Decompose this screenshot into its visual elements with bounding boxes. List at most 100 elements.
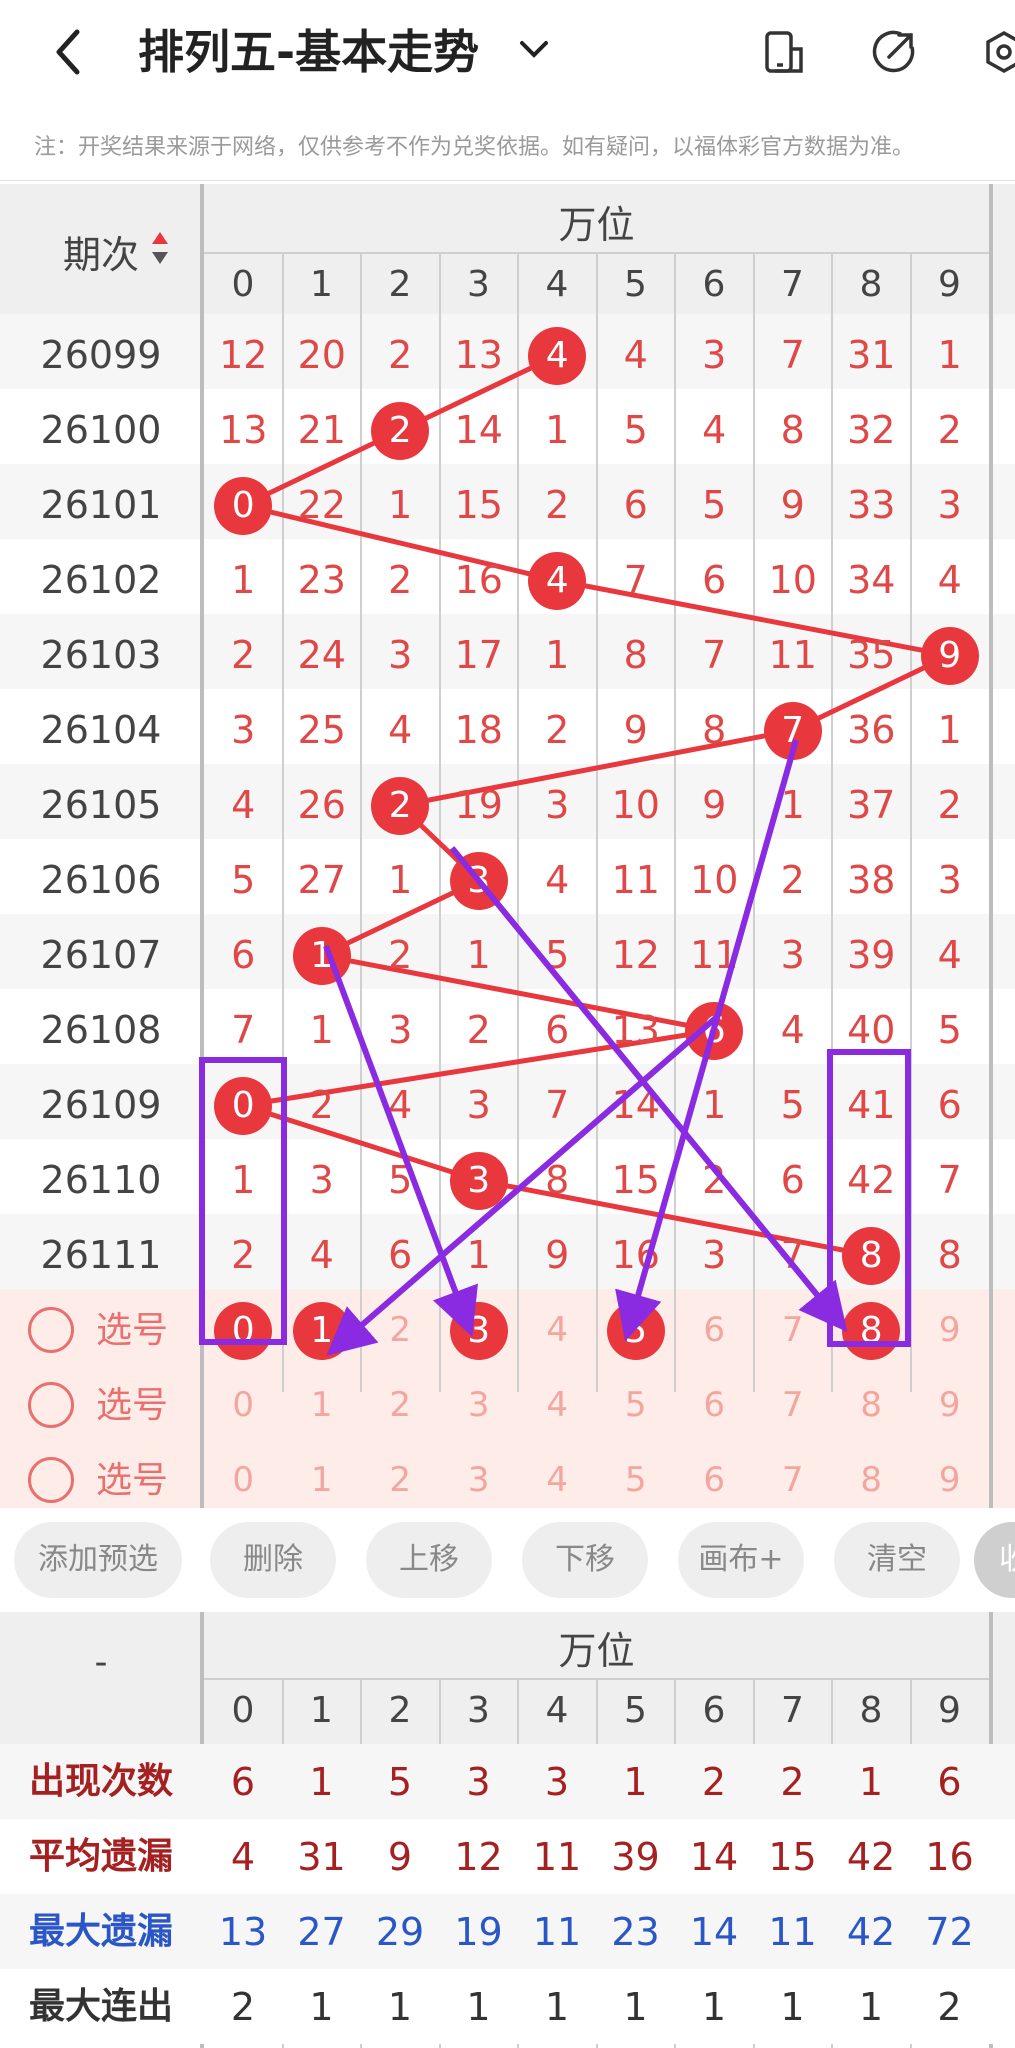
trend-cell: 1 (937, 333, 962, 377)
toolbar-button[interactable]: 删除 (210, 1522, 336, 1598)
pick-digit[interactable]: 6 (675, 1297, 754, 1364)
period-cell: 26100 (40, 408, 162, 452)
period-cell: 26102 (40, 558, 162, 602)
toolbar-button[interactable]: 画布+ (678, 1522, 804, 1598)
trend-cell: 3 (309, 1158, 334, 1202)
pick-digit[interactable]: 8 (832, 1447, 911, 1508)
pick-digit[interactable]: 0 (204, 1447, 283, 1508)
pick-digit[interactable]: 3 (440, 1447, 519, 1508)
pick-digit[interactable]: 4 (518, 1447, 597, 1508)
trend-cell: 33 (847, 483, 896, 527)
pick-digit[interactable]: 7 (754, 1447, 833, 1508)
pick-digit[interactable]: 1 (283, 1447, 362, 1508)
trend-cell: 5 (780, 1083, 805, 1127)
pick-digit[interactable]: 5 (597, 1372, 676, 1439)
trend-cell: 10 (690, 858, 739, 902)
trend-cell: 1 (388, 483, 413, 527)
trend-cell: 26 (297, 783, 346, 827)
selected-ball[interactable]: 0 (214, 1301, 273, 1360)
pick-digit[interactable]: 9 (911, 1447, 990, 1508)
stats-cell: 42 (846, 1910, 896, 1954)
trend-cell: 32 (847, 408, 896, 452)
selected-ball[interactable]: 5 (606, 1301, 665, 1360)
stats-cell: 2 (780, 1760, 805, 1804)
trend-cell: 7 (702, 633, 727, 677)
phone-layout-button[interactable] (760, 28, 808, 76)
stats-cell: 5 (387, 1760, 413, 1804)
trend-cell: 1 (702, 1083, 727, 1127)
pick-digit[interactable]: 7 (754, 1297, 833, 1364)
select-label[interactable]: 选号 (96, 1372, 168, 1439)
trend-cell: 2 (545, 708, 570, 752)
select-radio[interactable] (28, 1382, 74, 1428)
title-dropdown-button[interactable] (516, 32, 552, 68)
digit-header: 6 (702, 264, 726, 305)
hit-ball: 0 (214, 1076, 273, 1135)
select-label[interactable]: 选号 (96, 1447, 168, 1508)
trend-cell: 3 (466, 1083, 491, 1127)
stats-digit-header: 8 (859, 1690, 883, 1731)
chevron-left-icon (56, 29, 80, 75)
selected-ball[interactable]: 8 (842, 1301, 901, 1360)
toolbar-button[interactable]: 下移 (522, 1522, 648, 1598)
stats-cell: 39 (611, 1835, 660, 1879)
trend-cell: 8 (780, 408, 805, 452)
stats-cell: 13 (218, 1910, 268, 1954)
pick-digit[interactable]: 8 (832, 1372, 911, 1439)
selected-ball[interactable]: 3 (449, 1301, 508, 1360)
trend-cell: 23 (297, 558, 346, 602)
back-button[interactable] (48, 24, 88, 80)
digit-header: 7 (781, 264, 804, 305)
trend-cell: 20 (297, 333, 346, 377)
pick-digit[interactable]: 9 (911, 1372, 990, 1439)
hit-ball: 6 (685, 1001, 744, 1060)
pick-digit[interactable]: 4 (518, 1372, 597, 1439)
pick-digit[interactable]: 1 (283, 1372, 362, 1439)
settings-button[interactable] (980, 28, 1015, 76)
digit-header: 4 (545, 264, 569, 305)
trend-cell: 31 (847, 333, 896, 377)
stats-corner: - (94, 1642, 108, 1683)
stats-cell: 1 (623, 1760, 648, 1804)
toolbar-button[interactable]: 清空 (834, 1522, 960, 1598)
pick-digit[interactable]: 2 (361, 1372, 440, 1439)
select-label[interactable]: 选号 (96, 1297, 168, 1364)
pick-digit[interactable]: 6 (675, 1372, 754, 1439)
trend-cell: 2 (231, 1233, 256, 1277)
pick-digit[interactable]: 0 (204, 1372, 283, 1439)
trend-cell: 7 (231, 1008, 256, 1052)
stats-cell: 2 (230, 1985, 256, 2029)
pick-digit[interactable]: 2 (361, 1447, 440, 1508)
trend-cell: 34 (847, 558, 896, 602)
trend-cell: 2 (388, 933, 413, 977)
trend-chart: 期次 万位 0 1 2 3 4 5 6 7 8 9 26099 12 20 2 13 4 4 3 7 31 1 26100 13… (0, 184, 1015, 1508)
period-header[interactable]: 期次 (0, 224, 202, 279)
hit-ball: 0 (214, 476, 273, 535)
column-divider (989, 184, 993, 1508)
page-title[interactable]: 排列五-基本走势 (138, 20, 479, 84)
trend-cell: 2 (309, 1083, 334, 1127)
pick-digit[interactable]: 3 (440, 1372, 519, 1439)
pick-digit[interactable]: 7 (754, 1372, 833, 1439)
select-radio[interactable] (28, 1457, 74, 1503)
selected-ball[interactable]: 1 (292, 1301, 351, 1360)
toolbar-button[interactable]: 上移 (366, 1522, 492, 1598)
pick-digit[interactable]: 5 (597, 1447, 676, 1508)
select-radio[interactable] (28, 1307, 74, 1353)
share-button[interactable] (870, 28, 918, 76)
stats-cell: 6 (937, 1760, 962, 1804)
trend-cell: 10 (768, 558, 817, 602)
pick-digit[interactable]: 2 (361, 1297, 440, 1364)
trend-cell: 18 (454, 708, 503, 752)
trend-cell: 36 (847, 708, 896, 752)
trend-cell: 8 (937, 1233, 962, 1277)
toolbar-button[interactable]: 添加预选 (14, 1522, 182, 1598)
sort-icon[interactable] (150, 228, 170, 268)
trend-cell: 3 (937, 483, 962, 527)
toolbar-button[interactable]: 收 (974, 1522, 1015, 1598)
pick-digit[interactable]: 6 (675, 1447, 754, 1508)
trend-cell: 2 (780, 858, 805, 902)
trend-cell: 38 (847, 858, 896, 902)
pick-digit[interactable]: 4 (518, 1297, 597, 1364)
pick-digit[interactable]: 9 (911, 1297, 990, 1364)
